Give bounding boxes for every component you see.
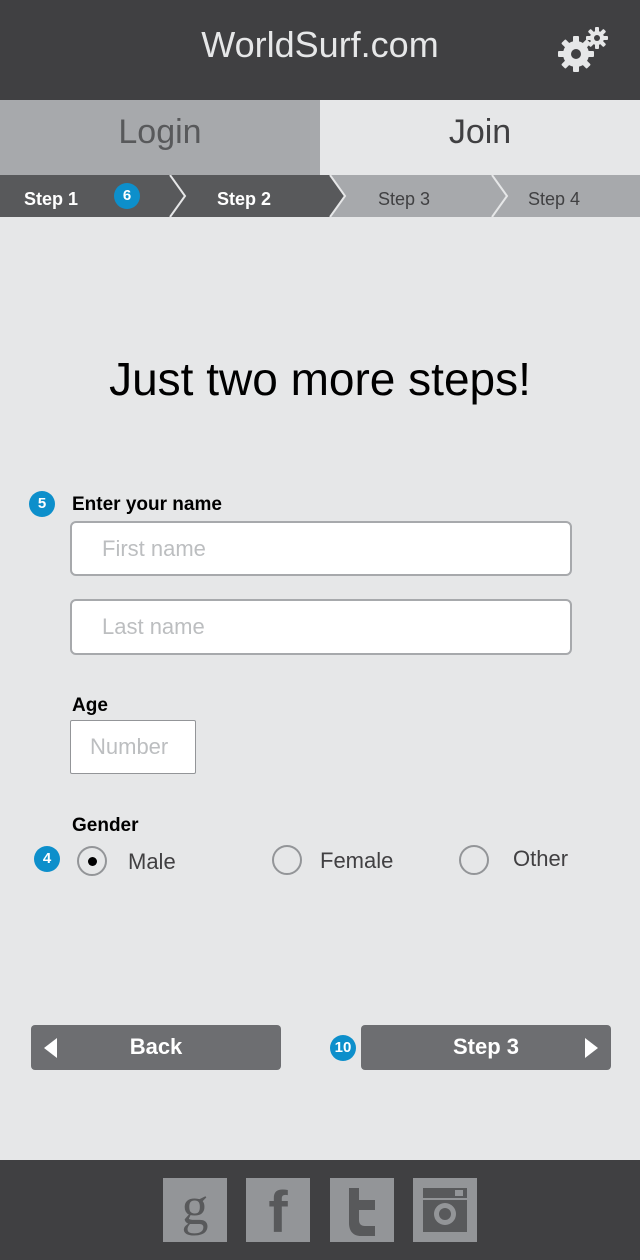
back-button-label: Back [129,1034,183,1059]
radio-selected-dot [88,857,97,866]
annotation-badge: 4 [34,846,60,872]
gender-label: Gender [72,815,139,836]
next-step-button[interactable]: Step 3 [361,1025,611,1070]
tab-join[interactable]: Join [320,100,640,175]
step-2-label[interactable]: Step 2 [217,189,271,210]
last-name-input[interactable] [70,599,572,655]
step-1-label[interactable]: Step 1 [24,189,78,210]
auth-tabs: Login Join [0,100,640,175]
gender-female-label[interactable]: Female [320,848,393,874]
google-icon[interactable]: g [163,1178,227,1242]
instagram-icon[interactable] [413,1178,477,1242]
gender-male-radio[interactable] [77,846,107,876]
gender-other-label[interactable]: Other [513,846,568,872]
annotation-badge: 6 [114,183,140,209]
next-step-button-label: Step 3 [452,1034,520,1059]
tab-login[interactable]: Login [0,100,320,175]
age-label: Age [72,695,108,716]
twitter-icon[interactable] [330,1178,394,1242]
age-input[interactable] [70,720,196,774]
facebook-icon[interactable]: f [246,1178,310,1245]
app-title: WorldSurf.com [201,24,439,65]
back-button[interactable]: Back [31,1025,281,1070]
instagram-glyph [423,1188,467,1232]
step-progress-bar: Step 1 Step 2 Step 3 Step 4 6 [0,175,640,217]
arrow-left-icon [44,1038,57,1058]
annotation-badge: 5 [29,491,55,517]
gender-other-radio[interactable] [459,845,489,875]
gender-male-label[interactable]: Male [128,849,176,875]
twitter-glyph [349,1188,375,1236]
name-label: Enter your name [72,494,222,515]
page-title: Just two more steps! [109,353,531,405]
step-3-label[interactable]: Step 3 [378,189,430,210]
footer: g f [0,1160,640,1260]
google-glyph: g [181,1176,209,1236]
arrow-right-icon [585,1038,598,1058]
gears-icon[interactable] [556,26,612,74]
gender-female-radio[interactable] [272,845,302,875]
annotation-badge: 10 [330,1035,356,1061]
facebook-glyph: f [268,1180,288,1245]
app-header: WorldSurf.com [0,0,640,100]
first-name-input[interactable] [70,521,572,576]
step-4-label[interactable]: Step 4 [528,189,580,210]
